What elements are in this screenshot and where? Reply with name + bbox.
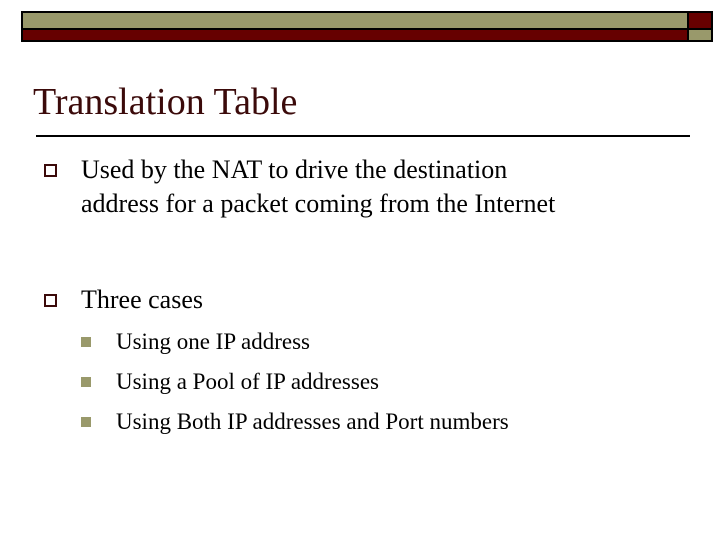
banner-olive-square: [689, 30, 711, 40]
banner-red-square: [689, 13, 711, 28]
sub-bullet-text: Using a Pool of IP addresses: [116, 369, 379, 394]
bullet-text-line: Used by the NAT to drive the destination: [81, 155, 508, 184]
banner-olive-bar: [23, 13, 687, 28]
hollow-square-bullet-icon: [44, 294, 57, 307]
slide-title: Translation Table: [33, 81, 298, 123]
banner-red-bar: [23, 30, 687, 40]
title-divider: [36, 135, 690, 137]
filled-square-bullet-icon: [81, 417, 91, 427]
hollow-square-bullet-icon: [44, 164, 57, 177]
sub-bullet-text: Using one IP address: [116, 329, 310, 354]
filled-square-bullet-icon: [81, 337, 91, 347]
sub-bullet-text: Using Both IP addresses and Port numbers: [116, 409, 509, 434]
bullet-text: Three cases: [81, 285, 203, 314]
header-banner: [21, 11, 713, 42]
bullet-text-line: address for a packet coming from the Int…: [81, 189, 556, 218]
filled-square-bullet-icon: [81, 377, 91, 387]
